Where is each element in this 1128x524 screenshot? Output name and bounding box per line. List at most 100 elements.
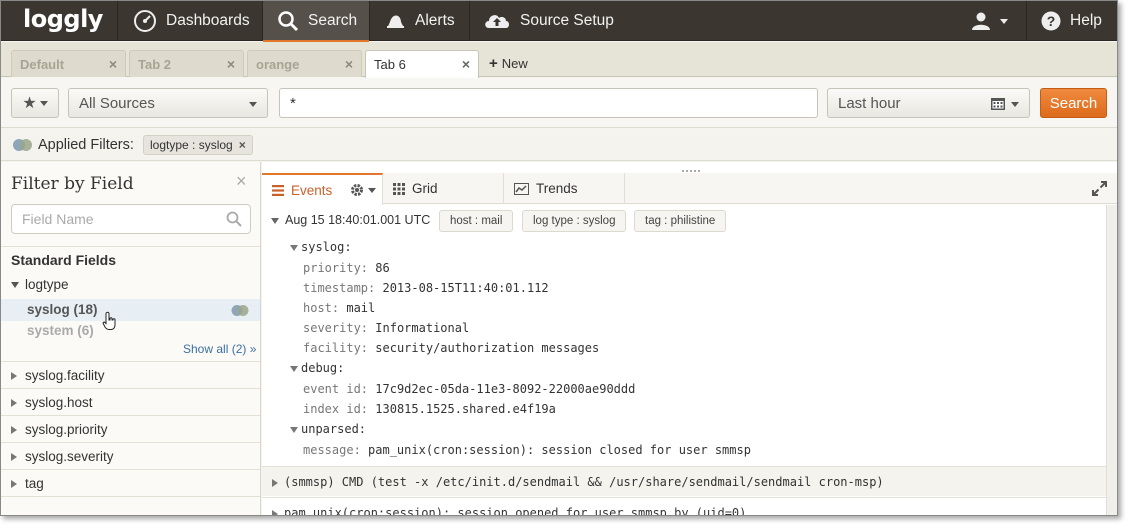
section-label: debug: — [301, 361, 345, 375]
scrollbar[interactable] — [1106, 205, 1117, 515]
caret-right-icon — [272, 478, 278, 487]
expand-icon[interactable] — [1092, 181, 1107, 199]
chevron-down-icon — [1000, 18, 1008, 24]
search-input[interactable]: * — [279, 88, 818, 118]
nav-search-label: Search — [308, 12, 358, 29]
tab-orange[interactable]: orange × — [247, 50, 362, 77]
field-syslog-priority[interactable]: syslog.priority — [1, 415, 260, 442]
nav-divider — [1026, 1, 1027, 41]
tab-trends[interactable]: Trends — [504, 173, 625, 204]
tab-label: Tab 6 — [374, 57, 406, 72]
nav-divider — [469, 1, 470, 41]
sidebar-title: Filter by Field — [11, 174, 134, 194]
tab-grid[interactable]: Grid — [383, 173, 504, 204]
event-field: host: mail — [303, 301, 375, 315]
nav-source-setup[interactable]: Source Setup — [483, 1, 614, 41]
tab-default[interactable]: Default × — [11, 50, 126, 77]
tab-6[interactable]: Tab 6 × — [365, 50, 479, 78]
tab-2[interactable]: Tab 2 × — [129, 50, 244, 77]
event-tag[interactable]: host : mail — [439, 210, 514, 232]
event-field-key: priority: — [303, 261, 369, 275]
chevron-down-icon — [1011, 102, 1019, 107]
event-tag[interactable]: log type : syslog — [522, 210, 627, 232]
event-field-value[interactable]: 86 — [375, 261, 389, 275]
filter-sidebar: Filter by Field × Standard Fields logtyp… — [1, 162, 261, 515]
event-field-value[interactable]: Informational — [375, 321, 469, 335]
event-field-key: index id: — [303, 402, 369, 416]
event-field-value[interactable]: pam_unix(cron:session): session closed f… — [368, 443, 751, 457]
field-group-logtype[interactable]: logtype — [11, 277, 69, 292]
event-field: index id: 130815.1525.shared.e4f19a — [303, 402, 556, 416]
time-range-select[interactable]: Last hour — [827, 88, 1030, 118]
event-field-value[interactable]: mail — [346, 301, 375, 315]
search-bar: ★ All Sources * Last hour Search — [1, 78, 1117, 128]
event-field-value[interactable]: security/authorization messages — [375, 341, 599, 355]
caret-right-icon — [11, 480, 17, 489]
close-icon[interactable]: × — [236, 171, 247, 192]
event-field: timestamp: 2013-08-15T11:40:01.112 — [303, 281, 549, 295]
filter-pill-label: logtype : syslog — [150, 138, 233, 152]
field-syslog-severity[interactable]: syslog.severity — [1, 442, 260, 469]
event-header[interactable]: Aug 15 18:40:01.001 UTC — [271, 213, 430, 227]
source-select[interactable]: All Sources — [68, 88, 268, 118]
event-field: event id: 17c9d2ec-05da-11e3-8092-22000a… — [303, 382, 635, 396]
field-value-syslog[interactable]: syslog (18) — [27, 302, 98, 317]
chart-icon — [514, 182, 529, 195]
caret-down-icon — [271, 217, 279, 224]
user-menu[interactable] — [971, 1, 1008, 41]
event-row-collapsed[interactable]: pam_unix(cron:session): session opened f… — [262, 497, 1106, 515]
event-section-unparsed[interactable]: unparsed: — [290, 422, 366, 436]
hand-cursor-icon — [102, 311, 118, 334]
bell-icon — [384, 10, 406, 32]
query-tabs: Default × Tab 2 × orange × Tab 6 × + New — [1, 42, 1117, 78]
event-field-value[interactable]: 130815.1525.shared.e4f19a — [375, 402, 556, 416]
nav-alerts[interactable]: Alerts — [384, 1, 455, 41]
new-tab-label: New — [501, 56, 528, 71]
search-button[interactable]: Search — [1040, 88, 1107, 118]
close-icon[interactable]: × — [239, 138, 246, 152]
new-tab-button[interactable]: + New — [489, 55, 528, 72]
event-section-syslog[interactable]: syslog: — [290, 240, 352, 254]
event-message: (smmsp) CMD (test -x /etc/init.d/sendmai… — [284, 475, 884, 489]
favorites-button[interactable]: ★ — [11, 88, 59, 118]
field-syslog-host[interactable]: syslog.host — [1, 388, 260, 415]
event-field-value[interactable]: 17c9d2ec-05da-11e3-8092-22000ae90ddd — [375, 382, 635, 396]
logo[interactable]: loggly — [23, 5, 103, 33]
event-field-value[interactable]: 2013-08-15T11:40:01.112 — [382, 281, 548, 295]
event-field-key: event id: — [303, 382, 369, 396]
list-icon — [272, 184, 284, 196]
svg-text:?: ? — [1047, 13, 1056, 29]
event-section-debug[interactable]: debug: — [290, 361, 344, 375]
field-name-search[interactable] — [11, 204, 251, 234]
close-icon[interactable]: × — [109, 56, 117, 72]
show-all-link[interactable]: Show all (2) » — [183, 342, 256, 356]
nav-help-label: Help — [1070, 12, 1102, 29]
filter-circles-icon[interactable] — [230, 304, 252, 320]
cloud-upload-icon — [483, 10, 511, 32]
caret-down-icon — [290, 244, 298, 251]
app-window: loggly Dashboards Search Alerts Source S… — [0, 0, 1118, 516]
close-icon[interactable]: × — [227, 56, 235, 72]
field-value-system[interactable]: system (6) — [27, 323, 94, 338]
field-syslog-facility[interactable]: syslog.facility — [1, 361, 260, 388]
filter-pill[interactable]: logtype : syslog × — [143, 135, 253, 155]
field-tag[interactable]: tag — [1, 469, 260, 496]
event-row-collapsed[interactable]: (smmsp) CMD (test -x /etc/init.d/sendmai… — [262, 466, 1106, 496]
tab-events[interactable]: Events — [262, 173, 383, 205]
close-icon[interactable]: × — [462, 56, 470, 72]
close-icon[interactable]: × — [345, 56, 353, 72]
event-tag[interactable]: tag : philistine — [634, 210, 727, 232]
nav-search[interactable]: Search — [263, 1, 369, 42]
caret-right-icon — [11, 372, 17, 381]
search-query: * — [290, 95, 296, 112]
gear-icon[interactable] — [350, 183, 377, 197]
nav-source-setup-label: Source Setup — [520, 12, 614, 29]
event-field-key: timestamp: — [303, 281, 376, 295]
nav-dashboards[interactable]: Dashboards — [133, 1, 250, 41]
caret-right-icon — [11, 426, 17, 435]
field-name-input[interactable] — [12, 205, 222, 233]
search-icon — [226, 211, 242, 230]
nav-help[interactable]: ? Help — [1041, 1, 1102, 41]
section-label: unparsed: — [301, 422, 367, 436]
event-row-text: pam_unix(cron:session): session opened f… — [272, 506, 746, 515]
